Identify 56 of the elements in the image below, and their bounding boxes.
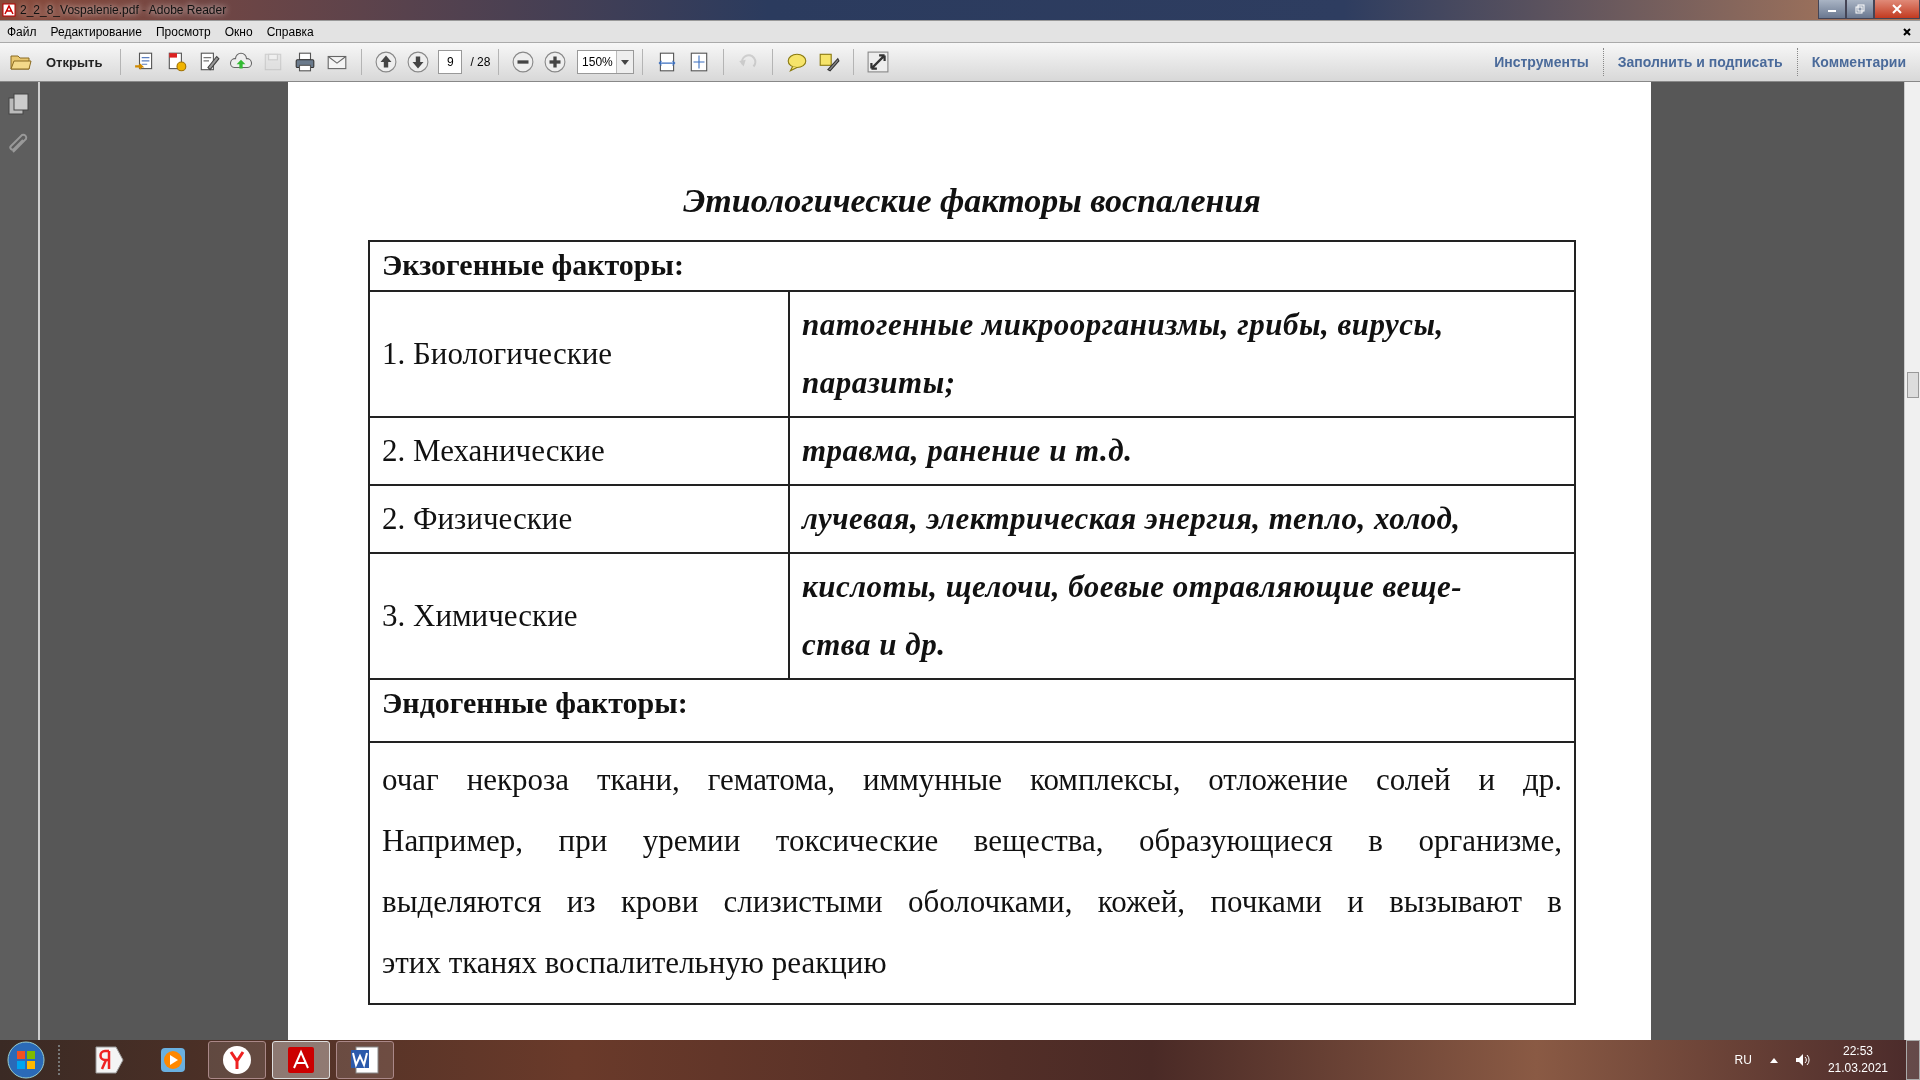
print-icon[interactable]	[294, 51, 317, 73]
table-cell: 2. Физические	[370, 486, 790, 552]
taskbar-button[interactable]	[208, 1041, 266, 1079]
speaker-icon[interactable]	[1793, 1052, 1810, 1068]
word-icon	[348, 1043, 382, 1077]
browser-y-icon	[220, 1043, 254, 1077]
show-desktop-button[interactable]	[1906, 1040, 1920, 1080]
pencil-document-icon[interactable]	[198, 51, 221, 73]
zoom-out-icon[interactable]	[512, 51, 535, 73]
highlighter-icon[interactable]	[818, 51, 841, 73]
restore-button[interactable]	[1846, 0, 1874, 19]
scrollbar[interactable]	[1904, 82, 1920, 1040]
panel-tab[interactable]: Инструменты	[1480, 54, 1603, 70]
expand-icon[interactable]	[867, 51, 890, 73]
zoom-dropdown[interactable]: 150%	[577, 50, 635, 74]
caret-icon	[621, 59, 630, 65]
start-button[interactable]	[6, 1040, 46, 1080]
document-gear-icon[interactable]	[166, 51, 189, 73]
panel-tab[interactable]: Заполнить и подписать	[1603, 54, 1797, 70]
menu-item[interactable]: Просмотр	[148, 24, 218, 39]
language-indicator[interactable]: RU	[1734, 1053, 1752, 1067]
open-button[interactable]: Открыть	[8, 47, 113, 77]
speech-bubble-icon[interactable]	[786, 51, 809, 73]
close-button[interactable]	[1874, 0, 1920, 19]
menu-item[interactable]: Справка	[259, 24, 321, 39]
table-section-header: Экзогенные факторы:	[370, 242, 1574, 292]
table-cell-text: лучевая, электрическая энергия, тепло, холод,	[800, 500, 1462, 538]
menu-item[interactable]: Окно	[217, 24, 260, 39]
clock-time: 22:53	[1842, 1043, 1873, 1060]
close-icon	[1892, 4, 1902, 14]
yandex-logo-icon	[92, 1043, 126, 1077]
zoom-in-icon[interactable]	[544, 51, 567, 73]
panel-tab[interactable]: Комментарии	[1797, 54, 1920, 70]
window-title: 2_2_8_Vospalenie.pdf - Adobe Reader	[20, 3, 227, 17]
restore-icon	[1855, 4, 1865, 14]
menu-item[interactable]: Редактирование	[43, 24, 149, 39]
taskbar-button[interactable]	[336, 1041, 394, 1079]
table-cell-text: кислоты, щелочи, боевые отравляющие веще- ства и др.	[801, 568, 1464, 664]
document-heading: Этиологические факторы воспаления	[682, 182, 1262, 220]
pdf-icon	[2, 3, 16, 17]
caret-icon[interactable]	[1769, 1057, 1778, 1063]
table-section-header: Эндогенные факторы:	[370, 680, 1574, 743]
pages-icon[interactable]	[7, 92, 31, 116]
page-number-field[interactable]: 9	[438, 50, 463, 74]
clock-date: 21.03.2021	[1827, 1060, 1888, 1077]
minimize-button[interactable]	[1818, 0, 1846, 19]
table-cell-text: травма, ранение и т.д.	[801, 432, 1134, 470]
folder-icon	[10, 53, 32, 71]
table-cell: 1. Биологические	[370, 292, 790, 416]
table-cell-text: очаг некроза ткани, гематома, иммунные комплексы, отложение солей и др. Например, при уремии токсические вещества, образующиеся в организме, выделяются из крови слизистыми оболочками, кожей, почками и вызывают в этих тканях воспалительную реакцию	[381, 761, 1563, 982]
page-total: / 28	[470, 55, 491, 69]
close-icon[interactable]	[1902, 26, 1912, 37]
menu-item[interactable]: Файл	[0, 24, 44, 39]
table-cell: 2. Механические	[370, 418, 790, 484]
table-cell-text: патогенные микроорганизмы, грибы, вирусы, паразиты;	[801, 306, 1445, 402]
table-cell: 3. Химические	[370, 554, 790, 678]
